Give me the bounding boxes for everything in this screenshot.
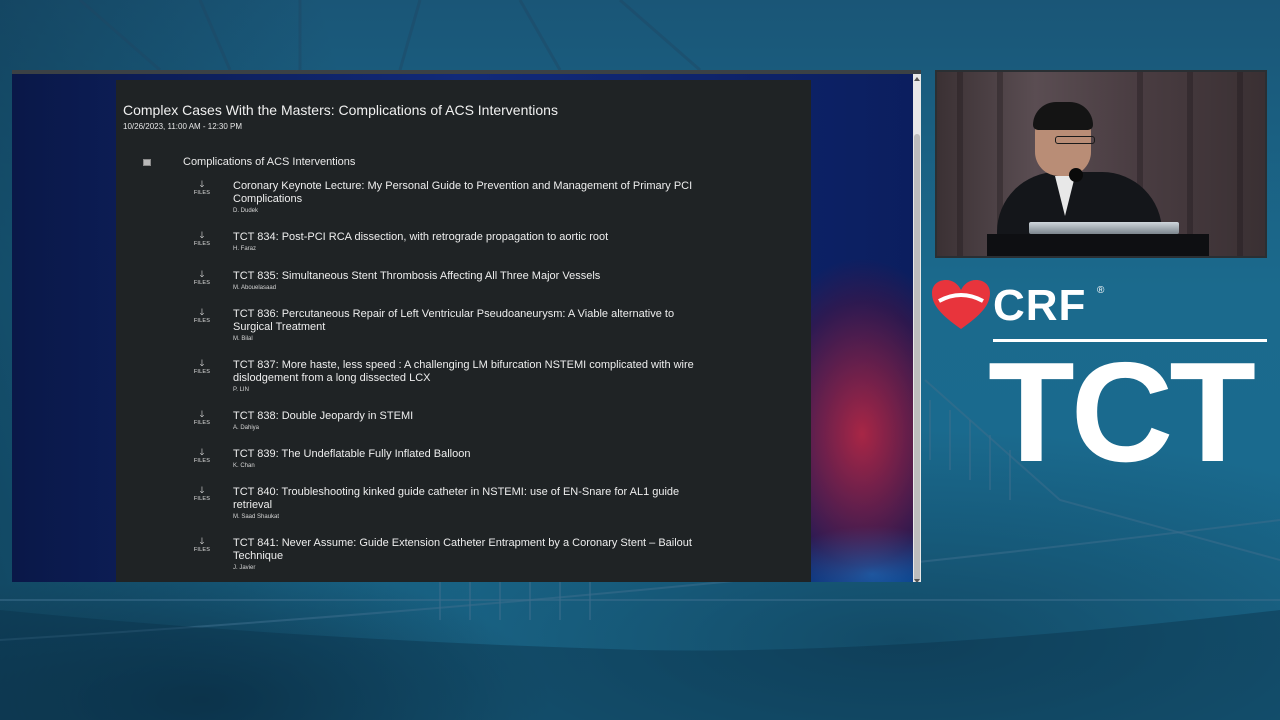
session-datetime: 10/26/2023, 11:00 AM - 12:30 PM	[123, 122, 243, 131]
crf-heart-logo	[932, 280, 990, 329]
group-label: Complications of ACS Interventions	[183, 156, 356, 168]
files-label: FILES	[193, 241, 211, 247]
presentation-screen: Complex Cases With the Masters: Complica…	[12, 70, 921, 582]
download-arrow-icon: 🡓	[199, 358, 205, 368]
item-title[interactable]: TCT 836: Percutaneous Repair of Left Ven…	[233, 308, 703, 334]
download-arrow-icon: 🡓	[199, 409, 205, 419]
files-download-button[interactable]: 🡓 FILES	[192, 537, 212, 554]
item-title[interactable]: TCT 841: Never Assume: Guide Extension C…	[233, 537, 703, 563]
item-title[interactable]: TCT 840: Troubleshooting kinked guide ca…	[233, 486, 703, 512]
item-author: D. Dudek	[233, 208, 259, 214]
curtain-fold	[1237, 72, 1243, 256]
download-arrow-icon: 🡓	[199, 230, 205, 240]
microphone-icon	[1069, 168, 1083, 182]
speaker-hair	[1033, 102, 1093, 130]
item-title[interactable]: TCT 834: Post-PCI RCA dissection, with r…	[233, 231, 703, 244]
files-download-button[interactable]: 🡓 FILES	[192, 448, 212, 465]
scroll-up-icon[interactable]	[914, 76, 920, 82]
item-author: H. Faraz	[233, 246, 257, 252]
files-label: FILES	[193, 369, 211, 375]
download-arrow-icon: 🡓	[199, 447, 205, 457]
item-author: M. Bilal	[233, 336, 253, 342]
scrollbar-thumb[interactable]	[914, 134, 920, 582]
files-label: FILES	[193, 496, 211, 502]
session-panel: Complex Cases With the Masters: Complica…	[116, 80, 811, 582]
registered-mark: ®	[1097, 285, 1105, 296]
curtain-fold	[957, 72, 963, 256]
files-label: FILES	[193, 318, 211, 324]
item-author: M. Saad Shaukat	[233, 514, 280, 520]
files-download-button[interactable]: 🡓 FILES	[192, 270, 212, 287]
collapse-icon[interactable]	[143, 159, 151, 166]
item-title[interactable]: TCT 835: Simultaneous Stent Thrombosis A…	[233, 270, 703, 283]
vertical-scrollbar[interactable]	[913, 74, 921, 582]
item-author: A. Dahiya	[233, 425, 260, 431]
speaker-glasses	[1055, 136, 1095, 144]
download-arrow-icon: 🡓	[199, 485, 205, 495]
files-download-button[interactable]: 🡓 FILES	[192, 180, 212, 197]
files-label: FILES	[193, 420, 211, 426]
files-label: FILES	[193, 190, 211, 196]
download-arrow-icon: 🡓	[199, 179, 205, 189]
files-label: FILES	[193, 547, 211, 553]
item-author: J. Javier	[233, 565, 256, 571]
item-author: K. Chan	[233, 463, 255, 469]
speaker-video-feed	[935, 70, 1267, 258]
crf-wordmark: CRF	[993, 281, 1087, 330]
session-title: Complex Cases With the Masters: Complica…	[123, 102, 558, 118]
files-download-button[interactable]: 🡓 FILES	[192, 359, 212, 376]
item-title[interactable]: Coronary Keynote Lecture: My Personal Gu…	[233, 180, 703, 206]
scroll-down-icon[interactable]	[914, 578, 920, 582]
podium-monitor	[1029, 222, 1179, 234]
tct-wordmark: TCT	[988, 333, 1256, 492]
files-label: FILES	[193, 458, 211, 464]
download-arrow-icon: 🡓	[199, 536, 205, 546]
download-arrow-icon: 🡓	[199, 269, 205, 279]
files-download-button[interactable]: 🡓 FILES	[192, 231, 212, 248]
files-download-button[interactable]: 🡓 FILES	[192, 410, 212, 427]
files-label: FILES	[193, 280, 211, 286]
session-group[interactable]: Complications of ACS Interventions	[143, 156, 543, 172]
item-author: M. Abouelasaad	[233, 285, 277, 291]
item-author: P. LIN	[233, 387, 249, 393]
item-title[interactable]: TCT 837: More haste, less speed : A chal…	[233, 359, 703, 385]
item-title[interactable]: TCT 839: The Undeflatable Fully Inflated…	[233, 448, 703, 461]
files-download-button[interactable]: 🡓 FILES	[192, 308, 212, 325]
files-download-button[interactable]: 🡓 FILES	[192, 486, 212, 503]
curtain-fold	[1187, 72, 1193, 256]
download-arrow-icon: 🡓	[199, 307, 205, 317]
podium	[987, 234, 1209, 256]
item-title[interactable]: TCT 838: Double Jeopardy in STEMI	[233, 410, 703, 423]
